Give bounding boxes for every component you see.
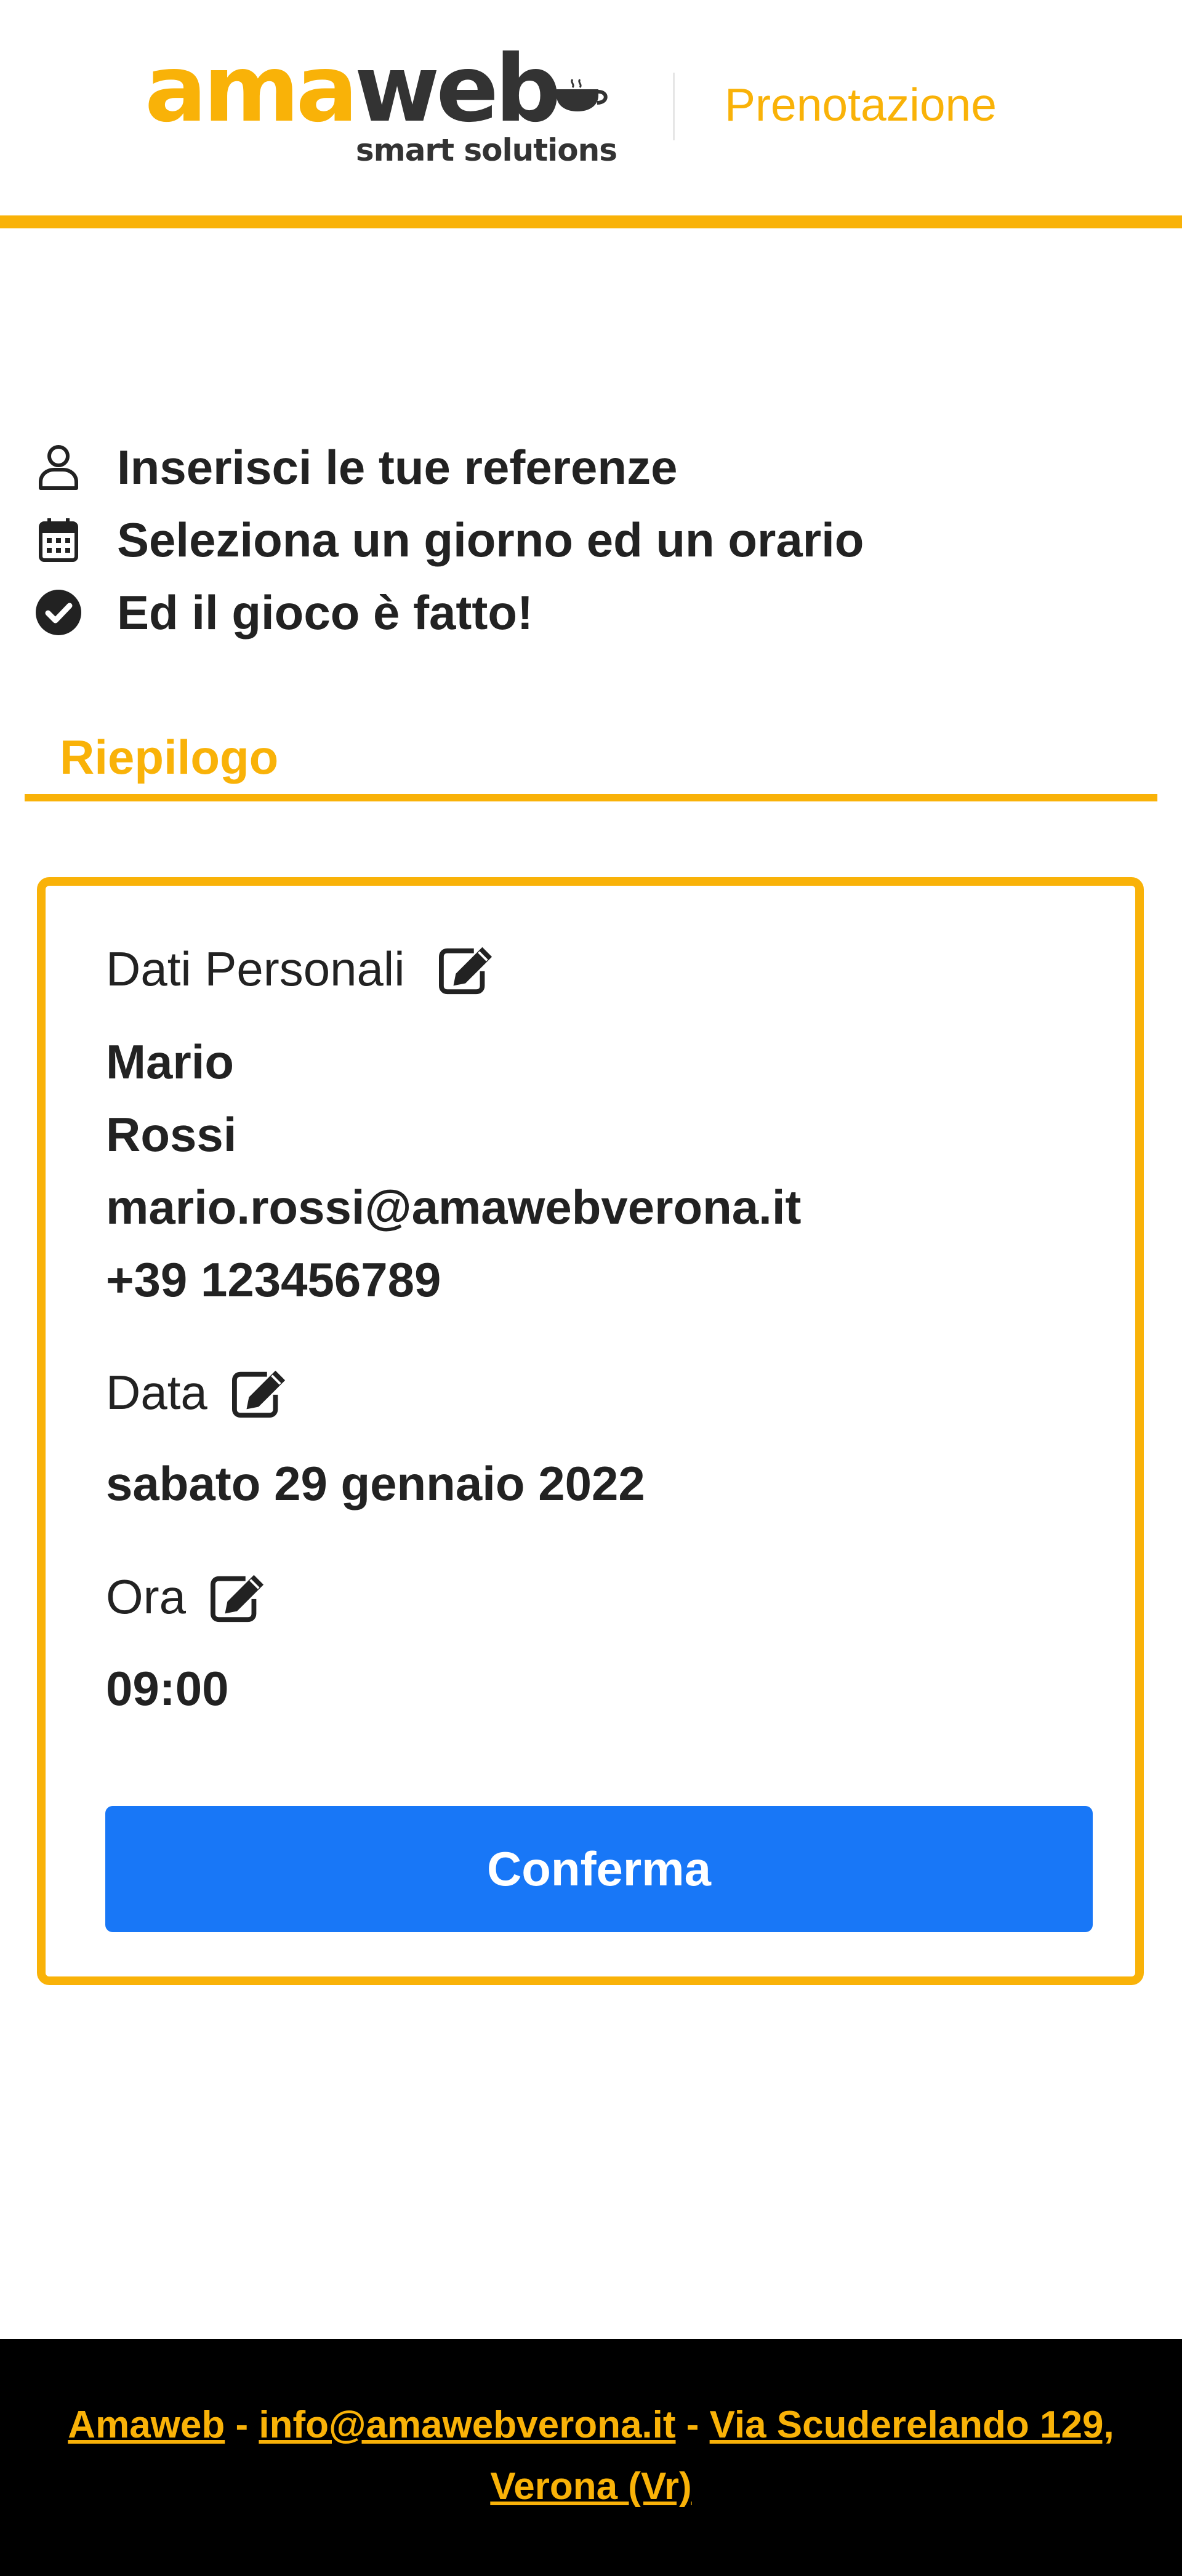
first-name-value: Mario [106,1035,235,1089]
site-header: amaweb smart solutions Prenotazione [0,0,1182,228]
edit-time-icon[interactable] [211,1570,266,1625]
calendar-icon [34,515,83,564]
confirm-button[interactable]: Conferma [105,1806,1093,1932]
time-value: 09:00 [106,1661,229,1715]
date-header: Data [106,1365,287,1421]
summary-divider [25,794,1157,801]
email-value: mario.rossi@amawebverona.it [106,1180,802,1234]
step-label: Inserisci le tue referenze [117,439,678,494]
step-done: Ed il gioco è fatto! [34,576,1142,649]
footer-email-link[interactable]: info@amawebverona.it [259,2404,675,2446]
booking-steps: Inserisci le tue referenze Seleziona un … [34,431,1142,649]
personal-data-label: Dati Personali [106,942,405,996]
time-label: Ora [106,1570,187,1624]
step-select-date: Seleziona un giorno ed un orario [34,504,1142,576]
coffee-cup-icon [557,79,608,111]
edit-date-icon[interactable] [231,1365,287,1421]
step-label: Seleziona un giorno ed un orario [117,512,864,567]
edit-personal-data-icon[interactable] [438,942,494,997]
nav-link-prenotazione[interactable]: Prenotazione [725,80,997,129]
amaweb-logo[interactable]: amaweb smart solutions [145,34,625,175]
personal-data-header: Dati Personali [106,941,494,997]
user-icon [34,443,83,492]
logo-ama-text: ama [145,36,358,143]
footer-company-link[interactable]: Amaweb [68,2404,225,2446]
footer-contacts: Amaweb - info@amawebverona.it - Via Scud… [37,2394,1145,2518]
footer-separator: - [225,2404,259,2446]
check-circle-icon [34,588,83,637]
site-footer: Amaweb - info@amawebverona.it - Via Scud… [0,2339,1182,2576]
logo-wordmark: amaweb [145,34,561,145]
header-divider [673,73,675,140]
summary-card: Dati Personali Mario Rossi mario.rossi@a… [37,877,1144,1985]
phone-value: +39 123456789 [106,1253,441,1307]
step-label: Ed il gioco è fatto! [117,585,533,640]
date-value: sabato 29 gennaio 2022 [106,1456,645,1511]
summary-title: Riepilogo [60,730,279,784]
last-name-value: Rossi [106,1107,237,1162]
logo-web-text: web [354,36,561,143]
step-references: Inserisci le tue referenze [34,431,1142,504]
footer-separator: - [675,2404,710,2446]
date-label: Data [106,1365,207,1419]
time-header: Ora [106,1569,266,1625]
logo-tagline: smart solutions [355,132,617,168]
